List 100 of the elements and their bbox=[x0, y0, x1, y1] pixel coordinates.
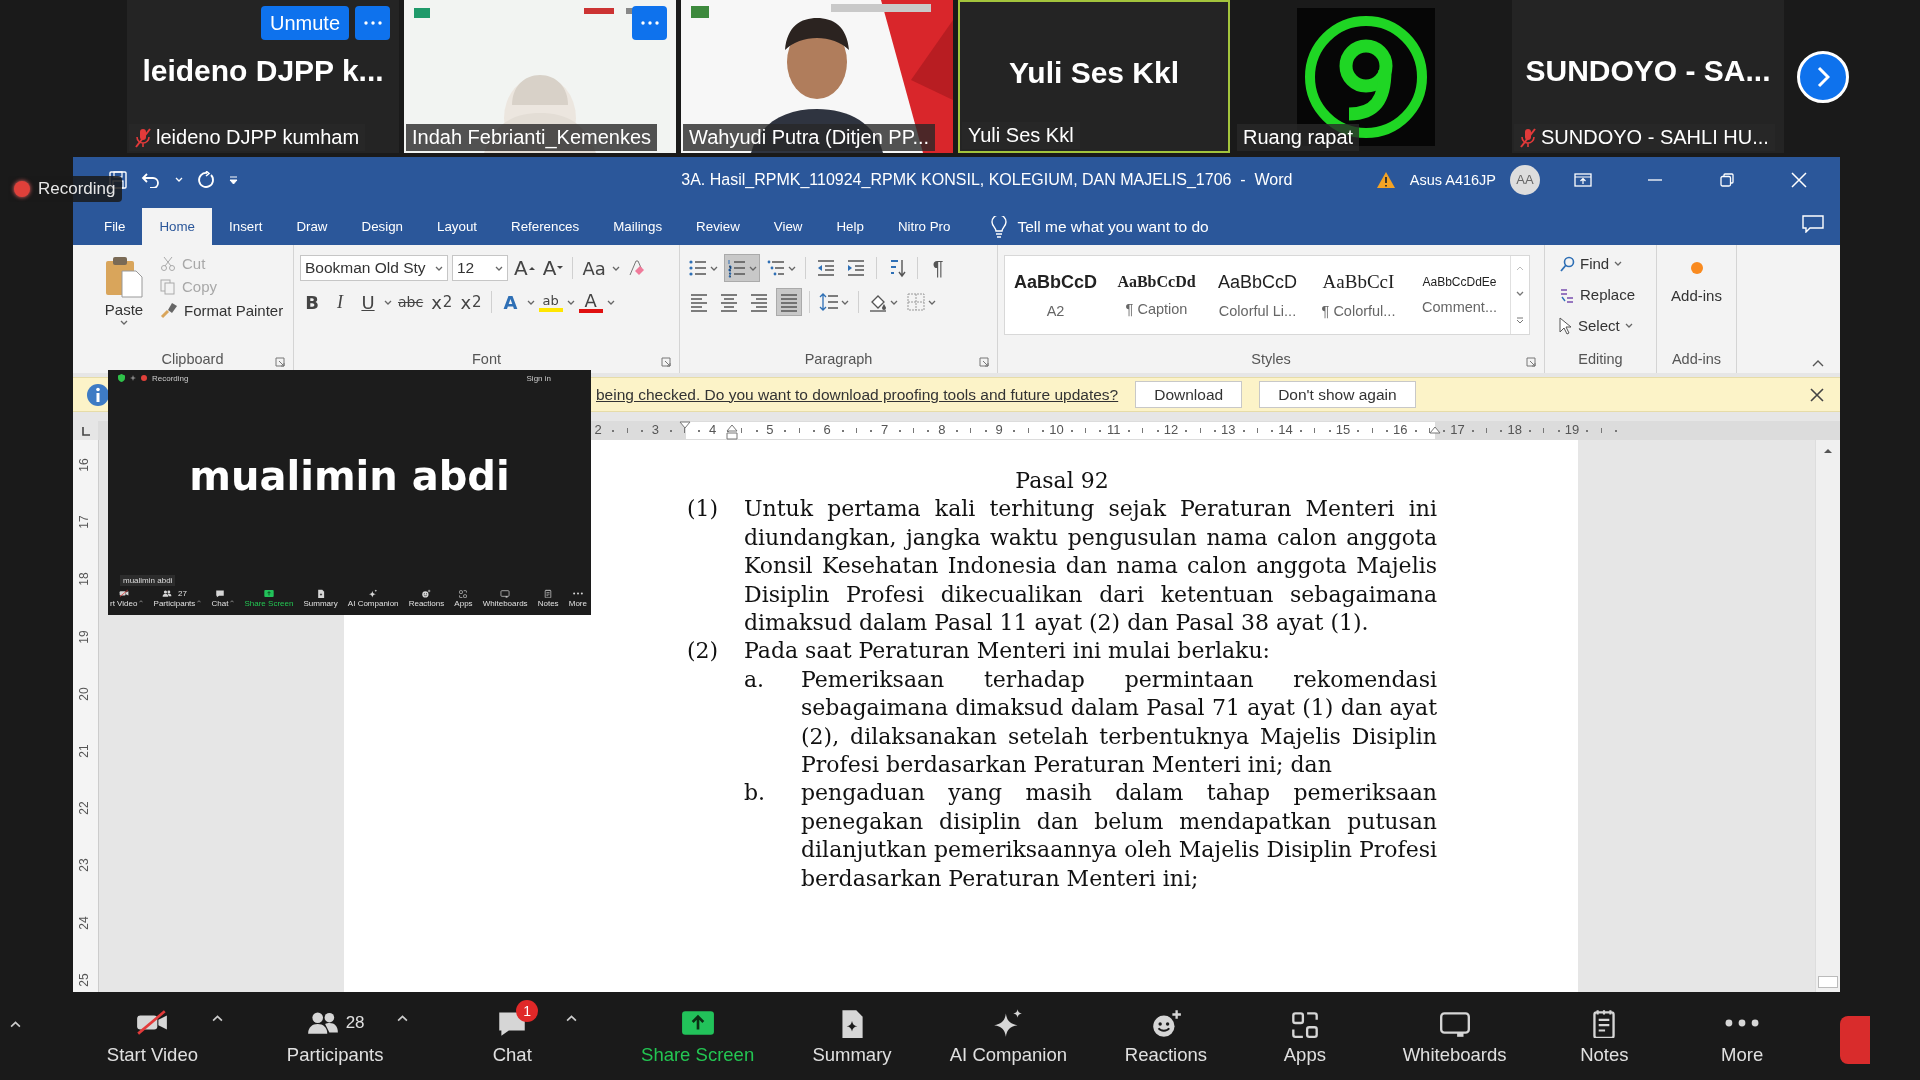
restore-icon[interactable] bbox=[1720, 172, 1734, 187]
show-marks-button[interactable]: ¶ bbox=[925, 254, 951, 282]
bold-button[interactable]: B bbox=[300, 288, 324, 316]
whiteboards-button[interactable]: Whiteboards bbox=[482, 589, 528, 608]
strikethrough-button[interactable]: abc bbox=[396, 288, 426, 316]
ribbon-tab[interactable]: Home bbox=[142, 208, 213, 245]
borders-icon bbox=[906, 291, 926, 313]
undo-icon[interactable] bbox=[141, 171, 161, 188]
chat-button[interactable]: Chat bbox=[211, 589, 229, 608]
style-item[interactable]: AaBbCcI ¶ Colorful... bbox=[1308, 256, 1409, 334]
dialog-launcher-icon[interactable] bbox=[979, 357, 989, 367]
change-case-button[interactable]: Aa bbox=[580, 254, 608, 282]
info-message[interactable]: being checked. Do you want to download proofing tools and future updates? bbox=[596, 385, 1119, 404]
unmute-button[interactable]: Unmute bbox=[261, 6, 349, 40]
next-page-button[interactable] bbox=[1797, 50, 1849, 103]
customize-caret-icon[interactable] bbox=[229, 174, 238, 185]
notes-button[interactable]: Notes bbox=[537, 589, 559, 608]
reactions-button[interactable]: Reactions bbox=[1124, 1000, 1208, 1066]
ribbon-tab[interactable]: Insert bbox=[212, 208, 280, 245]
style-item[interactable]: AaBbCcD A2 bbox=[1005, 256, 1106, 334]
caret-icon bbox=[788, 265, 796, 271]
download-button[interactable]: Download bbox=[1135, 381, 1243, 408]
start-video-button[interactable]: Start Video bbox=[106, 1000, 198, 1066]
dialog-launcher-icon[interactable] bbox=[1526, 357, 1536, 367]
recording-label: Recording bbox=[38, 179, 116, 199]
style-item[interactable]: AaBbCcD Colorful Li... bbox=[1207, 256, 1308, 334]
font-size-field[interactable]: 12 bbox=[452, 255, 508, 281]
ribbon-tab[interactable]: Help bbox=[819, 208, 881, 245]
ribbon-tab[interactable]: View bbox=[756, 208, 820, 245]
recording-label: Recording bbox=[152, 373, 189, 383]
caret-up-icon bbox=[197, 600, 202, 603]
select-button[interactable]: Select bbox=[1559, 313, 1650, 338]
account-name[interactable]: Asus A416JP bbox=[1409, 171, 1496, 188]
leave-button[interactable] bbox=[1839, 1016, 1870, 1064]
dialog-launcher-icon[interactable] bbox=[661, 357, 671, 367]
redo-icon[interactable] bbox=[197, 170, 215, 189]
text-effects-button[interactable]: A bbox=[498, 288, 523, 316]
dialog-launcher-icon[interactable] bbox=[275, 357, 285, 367]
participants-button[interactable]: 27 Participants bbox=[153, 589, 196, 608]
format-painter-button[interactable]: Format Painter bbox=[160, 301, 284, 319]
ribbon-tab[interactable]: Draw bbox=[279, 208, 345, 245]
ribbon-tab[interactable]: References bbox=[494, 208, 597, 245]
ribbon-tab[interactable]: Design bbox=[344, 208, 420, 245]
start-video-button[interactable]: rt Video bbox=[110, 589, 138, 608]
justify-button[interactable] bbox=[776, 288, 802, 316]
grow-button[interactable]: A bbox=[512, 254, 537, 282]
underline-button[interactable]: U bbox=[356, 288, 380, 316]
close-icon[interactable] bbox=[1810, 387, 1824, 402]
ribbon-tab[interactable]: Layout bbox=[420, 208, 495, 245]
ai-companion-button[interactable]: AI Companion bbox=[949, 1000, 1067, 1066]
shrink-button[interactable]: A bbox=[540, 254, 566, 282]
scroll-thumb[interactable] bbox=[1818, 976, 1838, 988]
apps-button[interactable]: Apps bbox=[1264, 1000, 1345, 1066]
summary-button[interactable]: Summary bbox=[303, 589, 338, 608]
ribbon-display-icon[interactable] bbox=[1574, 172, 1592, 187]
reactions-button[interactable]: Reactions bbox=[408, 589, 445, 608]
more-styles-icon[interactable] bbox=[1516, 316, 1524, 324]
caret-up-icon bbox=[230, 600, 235, 603]
tab-selector-icon[interactable] bbox=[80, 425, 91, 436]
tile-menu-button[interactable] bbox=[355, 6, 390, 40]
ribbon-tab[interactable]: File bbox=[87, 208, 143, 245]
dismiss-button[interactable]: Don't show again bbox=[1259, 381, 1416, 408]
paintbrush-icon bbox=[160, 301, 178, 319]
tile-menu-button[interactable] bbox=[632, 6, 667, 40]
paste-button[interactable]: Paste bbox=[98, 251, 150, 351]
caret-up-icon bbox=[397, 1015, 409, 1022]
minimize-icon[interactable] bbox=[1648, 178, 1662, 181]
scrollbar[interactable] bbox=[1815, 440, 1840, 992]
style-item[interactable]: AaBbCcDdEe Comment... bbox=[1409, 256, 1510, 334]
share-screen-button[interactable]: Share Screen bbox=[244, 589, 294, 608]
tell-me-search[interactable]: Tell me what you want to do bbox=[991, 208, 1209, 245]
participants-button[interactable]: 28 Participants bbox=[286, 1000, 384, 1066]
summary-button[interactable]: Summary bbox=[811, 1000, 892, 1066]
style-item[interactable]: AaBbCcDd ¶ Caption bbox=[1106, 256, 1207, 334]
replace-button[interactable]: Replace bbox=[1559, 282, 1650, 307]
whiteboards-button[interactable]: Whiteboards bbox=[1402, 1000, 1507, 1066]
ribbon-tab[interactable]: Review bbox=[679, 208, 757, 245]
numbering-button[interactable] bbox=[724, 254, 760, 282]
find-button[interactable]: Find bbox=[1559, 251, 1650, 276]
font-color-button[interactable]: A bbox=[578, 291, 603, 313]
chat-button[interactable]: Chat 1 bbox=[472, 1000, 553, 1066]
sign-in-link[interactable]: Sign in bbox=[526, 373, 551, 383]
item-number: (1) bbox=[687, 495, 720, 524]
share-screen-icon bbox=[263, 589, 274, 598]
highlight-button[interactable]: ab bbox=[538, 292, 563, 312]
italic-button[interactable]: I bbox=[328, 288, 352, 316]
share-screen-button[interactable]: Share Screen bbox=[641, 1000, 755, 1066]
notes-button[interactable]: Notes bbox=[1564, 1000, 1645, 1066]
font-name-field[interactable]: Bookman Old Sty bbox=[300, 255, 448, 281]
collapse-ribbon-icon[interactable] bbox=[1812, 360, 1824, 367]
account-avatar[interactable]: AA bbox=[1510, 164, 1540, 195]
more-button[interactable]: More bbox=[568, 589, 587, 608]
comments-icon[interactable] bbox=[1802, 214, 1824, 233]
ribbon-tab[interactable]: Mailings bbox=[596, 208, 680, 245]
apps-button[interactable]: Apps bbox=[454, 589, 473, 608]
ai-companion-button[interactable]: AI Companion bbox=[347, 589, 399, 608]
ribbon-tab[interactable]: Nitro Pro bbox=[880, 208, 968, 245]
more-button[interactable]: More bbox=[1702, 1000, 1783, 1066]
scroll-up-icon[interactable] bbox=[1823, 448, 1833, 454]
add-ins-button[interactable]: Add-ins bbox=[1663, 251, 1730, 351]
